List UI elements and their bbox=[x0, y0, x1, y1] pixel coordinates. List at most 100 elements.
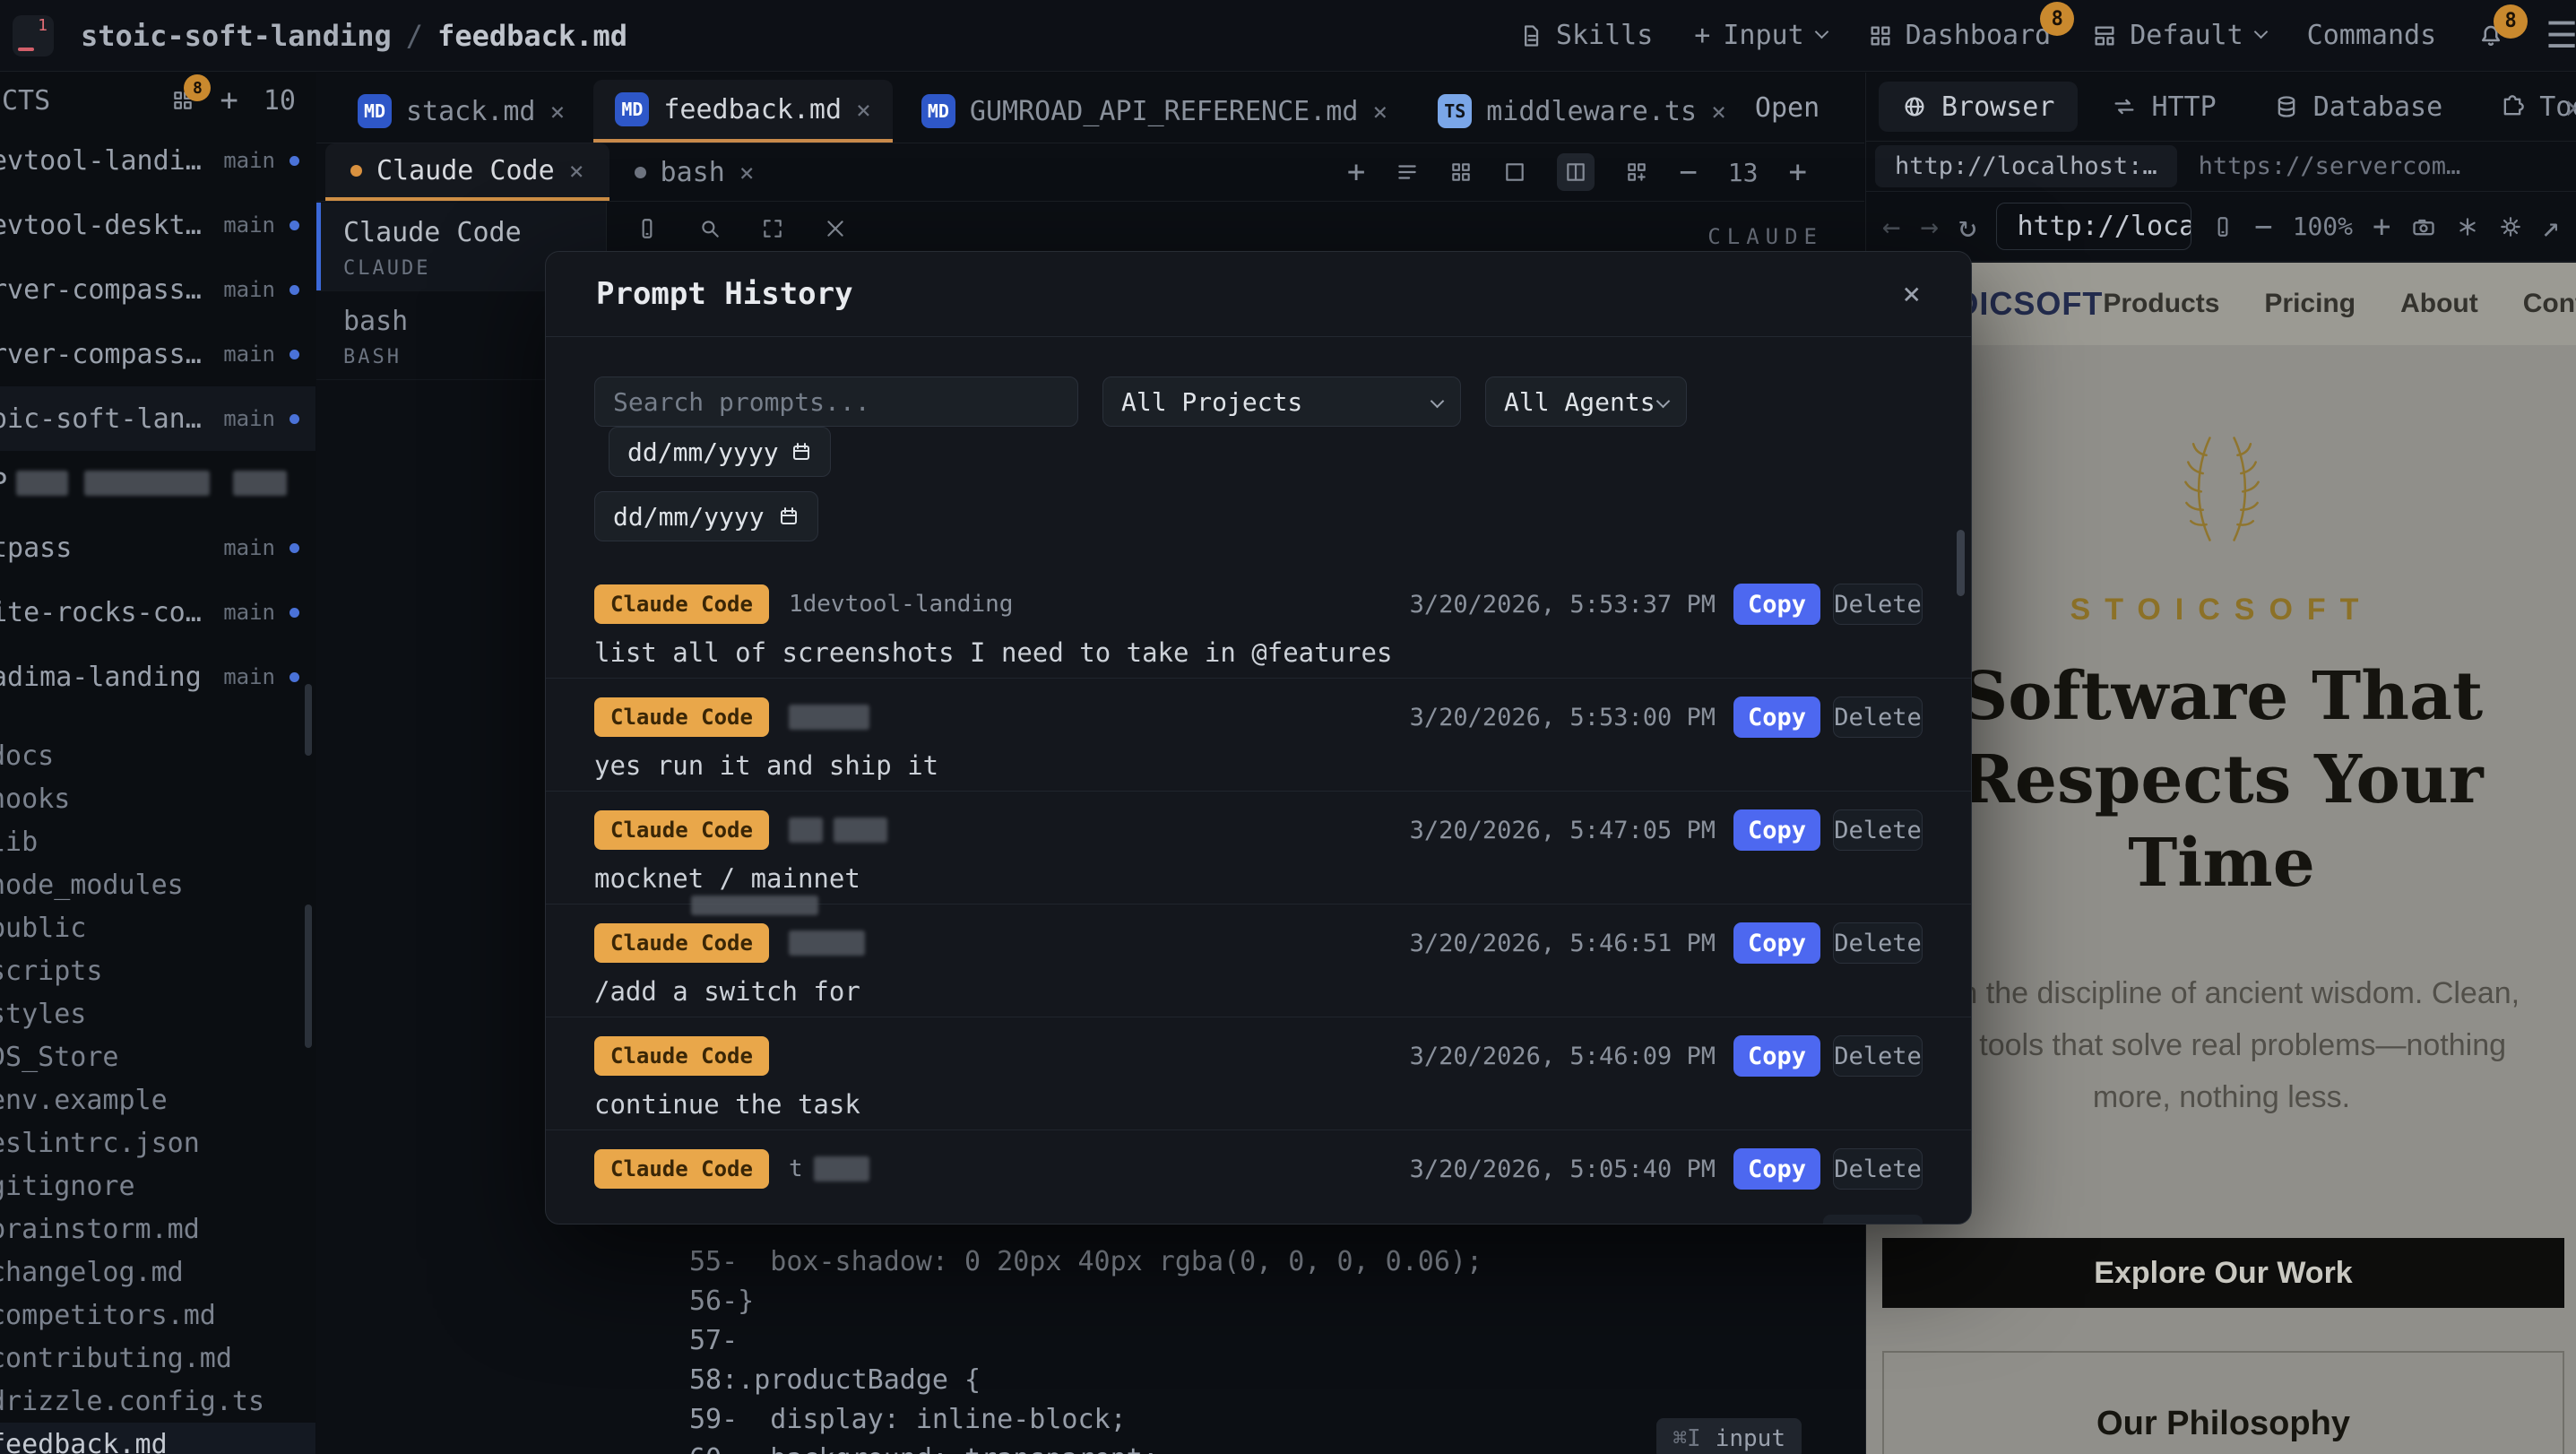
url-tab[interactable]: https://servercom… bbox=[2199, 152, 2461, 180]
list-layout-button[interactable] bbox=[1396, 160, 1419, 184]
dashboard-button[interactable]: Dashboard 8 bbox=[1868, 20, 2052, 51]
nav-link-contact[interactable]: Contact bbox=[2523, 289, 2576, 319]
add-session-button[interactable]: + bbox=[1347, 154, 1365, 190]
delete-button[interactable]: Delete bbox=[1833, 697, 1923, 738]
project-list-item[interactable]: evtool-deskt… main bbox=[0, 193, 316, 257]
nav-link-about[interactable]: About bbox=[2400, 289, 2478, 319]
file-tree-item[interactable]: styles bbox=[0, 992, 316, 1035]
file-tree-item[interactable]: drizzle.config.ts bbox=[0, 1380, 316, 1423]
tab-middleware-ts[interactable]: TS middleware.ts × bbox=[1416, 80, 1748, 143]
close-icon[interactable]: × bbox=[1372, 97, 1387, 126]
hamburger-menu-icon[interactable]: ☰ bbox=[2546, 15, 2576, 56]
project-list-item[interactable]: evtool-landi… main bbox=[0, 128, 316, 193]
copy-button[interactable]: Copy bbox=[1733, 809, 1820, 851]
device-icon[interactable] bbox=[635, 217, 659, 240]
file-tree-item[interactable]: scripts bbox=[0, 949, 316, 992]
file-tree-item[interactable]: gitignore bbox=[0, 1164, 316, 1207]
fullscreen-icon[interactable] bbox=[761, 217, 784, 240]
zoom-in-button[interactable]: + bbox=[1789, 154, 1807, 190]
zoom-in-icon[interactable]: + bbox=[2373, 209, 2390, 245]
url-tab-active[interactable]: http://localhost:… bbox=[1875, 145, 2177, 187]
close-icon[interactable]: × bbox=[1903, 276, 1921, 312]
copy-button[interactable]: Copy bbox=[1733, 1035, 1820, 1077]
tab-stack-md[interactable]: MD stack.md × bbox=[336, 80, 586, 143]
file-tree-item[interactable]: DS_Store bbox=[0, 1035, 316, 1078]
project-list-item[interactable]: ite-rocks-co… main bbox=[0, 580, 316, 645]
tab-browser[interactable]: Browser bbox=[1879, 82, 2078, 132]
file-tree-item[interactable]: node_modules bbox=[0, 863, 316, 906]
agent-filter-select[interactable]: All Agents bbox=[1485, 376, 1687, 427]
file-tree-item[interactable]: competitors.md bbox=[0, 1294, 316, 1337]
open-button[interactable]: Open bbox=[1755, 92, 1820, 124]
delete-button[interactable]: Delete bbox=[1833, 1148, 1923, 1190]
screenshot-icon[interactable] bbox=[2411, 214, 2436, 239]
input-hint-badge[interactable]: ⌘I input bbox=[1656, 1418, 1802, 1454]
date-to-input[interactable]: dd/mm/yyyy bbox=[594, 491, 818, 541]
project-list-item[interactable]: rver-compass… main bbox=[0, 257, 316, 322]
tab-bash[interactable]: bash × bbox=[609, 143, 780, 201]
nav-link-products[interactable]: Products bbox=[2103, 289, 2219, 319]
notifications-button[interactable]: 8 bbox=[2477, 22, 2504, 49]
default-layout-button[interactable]: Default bbox=[2092, 20, 2265, 51]
prev-page-button[interactable]: Prev bbox=[1468, 1215, 1560, 1225]
file-tree-item-selected[interactable]: feedback.md bbox=[0, 1423, 316, 1454]
input-menu-button[interactable]: + Input bbox=[1694, 20, 1826, 51]
file-tree-item[interactable]: hooks bbox=[0, 777, 316, 820]
skills-button[interactable]: Skills bbox=[1518, 20, 1653, 51]
framework-icon[interactable] bbox=[2456, 215, 2479, 238]
add-project-button[interactable]: + bbox=[220, 82, 238, 118]
copy-button[interactable]: Copy bbox=[1733, 1148, 1820, 1190]
delete-button[interactable]: Delete bbox=[1833, 1035, 1923, 1077]
search-input[interactable] bbox=[613, 387, 1059, 417]
file-tree-item[interactable]: env.example bbox=[0, 1078, 316, 1121]
open-external-icon[interactable]: ↗ bbox=[2542, 209, 2560, 245]
date-from-input[interactable]: dd/mm/yyyy bbox=[609, 427, 831, 477]
reload-icon[interactable]: ↻ bbox=[1958, 209, 1976, 245]
project-list-item[interactable]: adima-landing main bbox=[0, 645, 316, 709]
device-preview-icon[interactable] bbox=[2211, 215, 2235, 238]
project-filter-select[interactable]: All Projects bbox=[1102, 376, 1461, 427]
copy-button[interactable]: Copy bbox=[1733, 697, 1820, 738]
nav-link-pricing[interactable]: Pricing bbox=[2264, 289, 2356, 319]
zoom-out-button[interactable]: − bbox=[1679, 154, 1697, 190]
file-tree-item[interactable]: public bbox=[0, 906, 316, 949]
close-icon[interactable]: × bbox=[550, 97, 566, 126]
file-tree-item[interactable]: eslintrc.json bbox=[0, 1121, 316, 1164]
project-list-item-selected[interactable]: oic-soft-lan… main bbox=[0, 386, 316, 451]
close-icon[interactable]: × bbox=[856, 95, 871, 125]
close-icon[interactable]: × bbox=[569, 156, 584, 186]
settings-gear-icon[interactable] bbox=[2499, 215, 2522, 238]
panel-overflow-chevron[interactable]: › bbox=[2561, 87, 2576, 126]
zoom-out-icon[interactable]: − bbox=[2254, 209, 2272, 245]
file-tree-item[interactable]: changelog.md bbox=[0, 1251, 316, 1294]
file-tree-item[interactable]: contributing.md bbox=[0, 1337, 316, 1380]
next-page-button[interactable]: Next bbox=[1823, 1215, 1923, 1225]
grid-add-layout-button[interactable] bbox=[1625, 160, 1648, 184]
delete-button[interactable]: Delete bbox=[1833, 922, 1923, 964]
back-icon[interactable]: ← bbox=[1882, 209, 1900, 245]
tab-claude-code[interactable]: Claude Code × bbox=[325, 143, 609, 201]
tab-feedback-md[interactable]: MD feedback.md × bbox=[593, 80, 893, 143]
close-icon[interactable]: × bbox=[1711, 97, 1726, 126]
modal-scrollbar-thumb[interactable] bbox=[1957, 530, 1965, 596]
copy-button[interactable]: Copy bbox=[1733, 584, 1820, 625]
explore-our-work-button[interactable]: Explore Our Work bbox=[1882, 1238, 2564, 1308]
commands-button[interactable]: Commands bbox=[2307, 20, 2437, 51]
close-icon[interactable]: × bbox=[739, 158, 755, 187]
split-pane-button[interactable] bbox=[1557, 153, 1595, 191]
copy-button[interactable]: Copy bbox=[1733, 922, 1820, 964]
grid-layout-button[interactable] bbox=[1449, 160, 1473, 184]
search-icon[interactable] bbox=[698, 217, 722, 240]
tab-database[interactable]: Database bbox=[2251, 82, 2467, 132]
single-pane-button[interactable] bbox=[1503, 160, 1526, 184]
file-tree-item[interactable]: docs bbox=[0, 734, 316, 777]
file-tree-item[interactable]: brainstorm.md bbox=[0, 1207, 316, 1251]
sidebar-scrollbar-thumb[interactable] bbox=[305, 684, 312, 756]
forward-icon[interactable]: → bbox=[1920, 209, 1938, 245]
file-tree-item[interactable]: lib bbox=[0, 820, 316, 863]
delete-button[interactable]: Delete bbox=[1833, 584, 1923, 625]
sidebar-scrollbar-thumb[interactable] bbox=[305, 904, 312, 1048]
project-list-item[interactable]: rver-compass… main bbox=[0, 322, 316, 386]
project-list-item-redacted[interactable]: P bbox=[0, 451, 316, 515]
url-input[interactable]: http://localhost bbox=[1996, 203, 2191, 250]
